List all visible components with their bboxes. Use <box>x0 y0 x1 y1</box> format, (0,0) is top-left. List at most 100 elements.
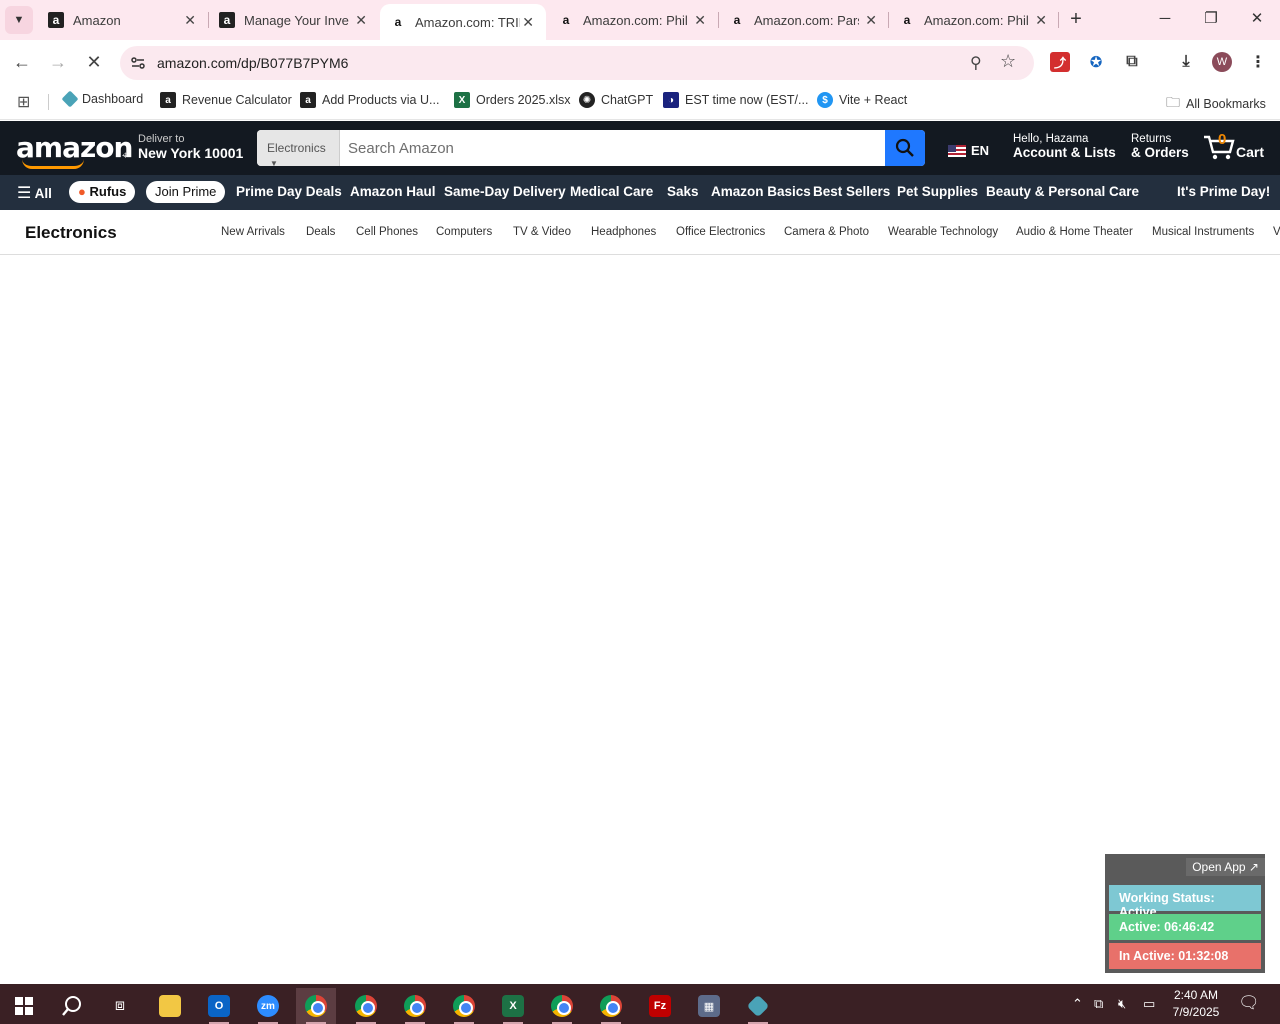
bookmark-est-time[interactable]: ◑ EST time now (EST/... <box>663 92 808 108</box>
chrome-profile-5-button[interactable] <box>542 988 582 1024</box>
returns-orders-link[interactable]: Returns & Orders <box>1131 133 1189 160</box>
subnav-link[interactable]: Office Electronics <box>676 226 765 238</box>
close-icon[interactable]: ✕ <box>522 14 534 31</box>
url-text[interactable]: amazon.com/dp/B077B7PYM6 <box>157 55 348 71</box>
close-icon[interactable]: ✕ <box>865 12 877 29</box>
bookmark-add-products[interactable]: a Add Products via U... <box>300 92 439 108</box>
subnav-link[interactable]: Headphones <box>591 226 656 238</box>
restore-button[interactable]: ❐ <box>1196 8 1226 32</box>
bookmark-star-icon[interactable]: ☆ <box>1000 51 1016 72</box>
filezilla-button[interactable]: Fz <box>640 988 680 1024</box>
task-view-button[interactable]: ⧈ <box>100 988 140 1024</box>
chrome-profile-3-button[interactable] <box>395 988 435 1024</box>
join-prime-button[interactable]: Join Prime <box>146 181 226 203</box>
apps-grid-button[interactable]: ⊞ <box>17 92 30 112</box>
display-icon[interactable]: ▭ <box>1143 996 1155 1012</box>
new-tab-button[interactable]: + <box>1064 8 1088 32</box>
deliver-to-location[interactable]: ⌖ Deliver to New York 10001 <box>122 133 243 162</box>
close-icon[interactable]: ✕ <box>1035 12 1047 29</box>
subnav-link[interactable]: New Arrivals <box>221 226 285 238</box>
tab-search-button[interactable]: ▼ <box>5 6 33 34</box>
search-button[interactable] <box>885 130 925 166</box>
subnav-link[interactable]: Wearable Technology <box>888 226 998 238</box>
subnav-link[interactable]: Deals <box>306 226 335 238</box>
close-icon[interactable]: ✕ <box>184 12 196 29</box>
extension-gear-icon[interactable]: ✪ <box>1086 52 1106 72</box>
subnav-link[interactable]: Cell Phones <box>356 226 418 238</box>
rufus-button[interactable]: ● Rufus <box>69 181 136 203</box>
start-button[interactable] <box>4 988 44 1024</box>
minimize-button[interactable]: ─ <box>1150 8 1180 32</box>
chrome-profile-w-button[interactable] <box>296 988 336 1024</box>
nav-beauty-personal-care[interactable]: Beauty & Personal Care <box>986 184 1139 199</box>
nav-amazon-basics[interactable]: Amazon Basics <box>711 184 811 199</box>
bookmark-dashboard[interactable]: Dashboard <box>61 90 144 108</box>
nav-pet-supplies[interactable]: Pet Supplies <box>897 184 978 199</box>
tab-product-4[interactable]: a Amazon.com: Phil ✕ <box>889 4 1059 36</box>
stop-loading-button[interactable]: ✕ <box>80 48 108 76</box>
excel-button[interactable]: X <box>493 988 533 1024</box>
subnav-link[interactable]: Audio & Home Theater <box>1016 226 1133 238</box>
language-selector[interactable]: EN <box>948 143 989 158</box>
system-clock[interactable]: 2:40 AM 7/9/2025 <box>1166 987 1226 1021</box>
calculator-button[interactable]: ▦ <box>689 988 729 1024</box>
extensions-puzzle-icon[interactable]: ⧉ <box>1122 52 1142 72</box>
nav-medical-care[interactable]: Medical Care <box>570 184 653 199</box>
outlook-button[interactable]: O <box>199 988 239 1024</box>
menu-kebab-icon[interactable]: ⋮ <box>1248 52 1268 72</box>
tab-product-3[interactable]: a Amazon.com: Pars ✕ <box>719 4 889 36</box>
network-status-icon[interactable]: ⧉ <box>1094 996 1103 1012</box>
profile-avatar[interactable]: W <box>1212 52 1232 72</box>
tab-product-2[interactable]: a Amazon.com: Phil ✕ <box>548 4 718 36</box>
zoom-icon[interactable]: ⚲ <box>970 53 982 73</box>
close-window-button[interactable]: ✕ <box>1242 8 1272 32</box>
nav-same-day-delivery[interactable]: Same-Day Delivery <box>444 184 566 199</box>
subnav-title[interactable]: Electronics <box>25 223 117 243</box>
forward-button[interactable]: → <box>44 48 72 76</box>
chrome-profile-4-button[interactable] <box>444 988 484 1024</box>
bookmark-revenue-calculator[interactable]: a Revenue Calculator <box>160 92 292 108</box>
file-explorer-button[interactable] <box>150 988 190 1024</box>
nav-prime-day-deals[interactable]: Prime Day Deals <box>236 184 342 199</box>
bookmark-vite-react[interactable]: $ Vite + React <box>817 92 907 108</box>
nav-best-sellers[interactable]: Best Sellers <box>813 184 890 199</box>
taskbar-search-button[interactable] <box>52 988 92 1024</box>
account-lists-menu[interactable]: Hello, Hazama Account & Lists <box>1013 133 1116 160</box>
zoom-button[interactable]: zm <box>248 988 288 1024</box>
address-bar[interactable]: amazon.com/dp/B077B7PYM6 ⚲ ☆ <box>120 46 1034 80</box>
bookmark-orders-xlsx[interactable]: X Orders 2025.xlsx <box>454 92 570 108</box>
volume-muted-icon[interactable]: 🔇︎ <box>1118 996 1126 1012</box>
notification-center-button[interactable]: 🗨︎ <box>1238 993 1260 1013</box>
all-bookmarks-button[interactable]: 🗀 All Bookmarks <box>1166 92 1266 116</box>
all-menu-button[interactable]: ☰ All <box>17 183 52 203</box>
tab-strip: ▼ a Amazon ✕ a Manage Your Inventory ✕ a… <box>0 0 1280 40</box>
prime-day-promo-link[interactable]: It's Prime Day! <box>1177 184 1270 199</box>
subnav-link[interactable]: V <box>1273 226 1280 238</box>
tab-manage-inventory[interactable]: a Manage Your Inventory ✕ <box>209 4 379 36</box>
download-icon[interactable]: ⤓ <box>1176 52 1196 72</box>
nav-amazon-haul[interactable]: Amazon Haul <box>350 184 436 199</box>
bookmark-chatgpt[interactable]: ✺ ChatGPT <box>579 92 653 108</box>
subnav-link[interactable]: TV & Video <box>513 226 571 238</box>
back-button[interactable]: ← <box>8 48 36 76</box>
amazon-favicon-icon: a <box>219 12 235 28</box>
bookmark-label: Dashboard <box>82 92 144 106</box>
site-settings-icon[interactable] <box>130 55 146 71</box>
nav-saks[interactable]: Saks <box>667 184 699 199</box>
search-category-dropdown[interactable]: Electronics ▼ <box>257 130 340 166</box>
close-icon[interactable]: ✕ <box>355 12 367 29</box>
subnav-link[interactable]: Computers <box>436 226 492 238</box>
subnav-link[interactable]: Musical Instruments <box>1152 226 1254 238</box>
cart-button[interactable]: 0 Cart <box>1202 131 1264 166</box>
pdf-extension-icon[interactable]: ⤴ <box>1050 52 1070 72</box>
tab-amazon[interactable]: a Amazon ✕ <box>38 4 208 36</box>
time-tracker-app-button[interactable] <box>738 988 778 1024</box>
tab-active-product[interactable]: a Amazon.com: TRIP ✕ <box>380 4 546 40</box>
close-icon[interactable]: ✕ <box>694 12 706 29</box>
chrome-profile-6-button[interactable] <box>591 988 631 1024</box>
subnav-link[interactable]: Camera & Photo <box>784 226 869 238</box>
open-app-button[interactable]: Open App ↗ <box>1186 858 1265 876</box>
search-input[interactable] <box>340 130 885 166</box>
chrome-profile-2-button[interactable] <box>346 988 386 1024</box>
show-hidden-icons-button[interactable]: ⌃ <box>1072 996 1083 1012</box>
